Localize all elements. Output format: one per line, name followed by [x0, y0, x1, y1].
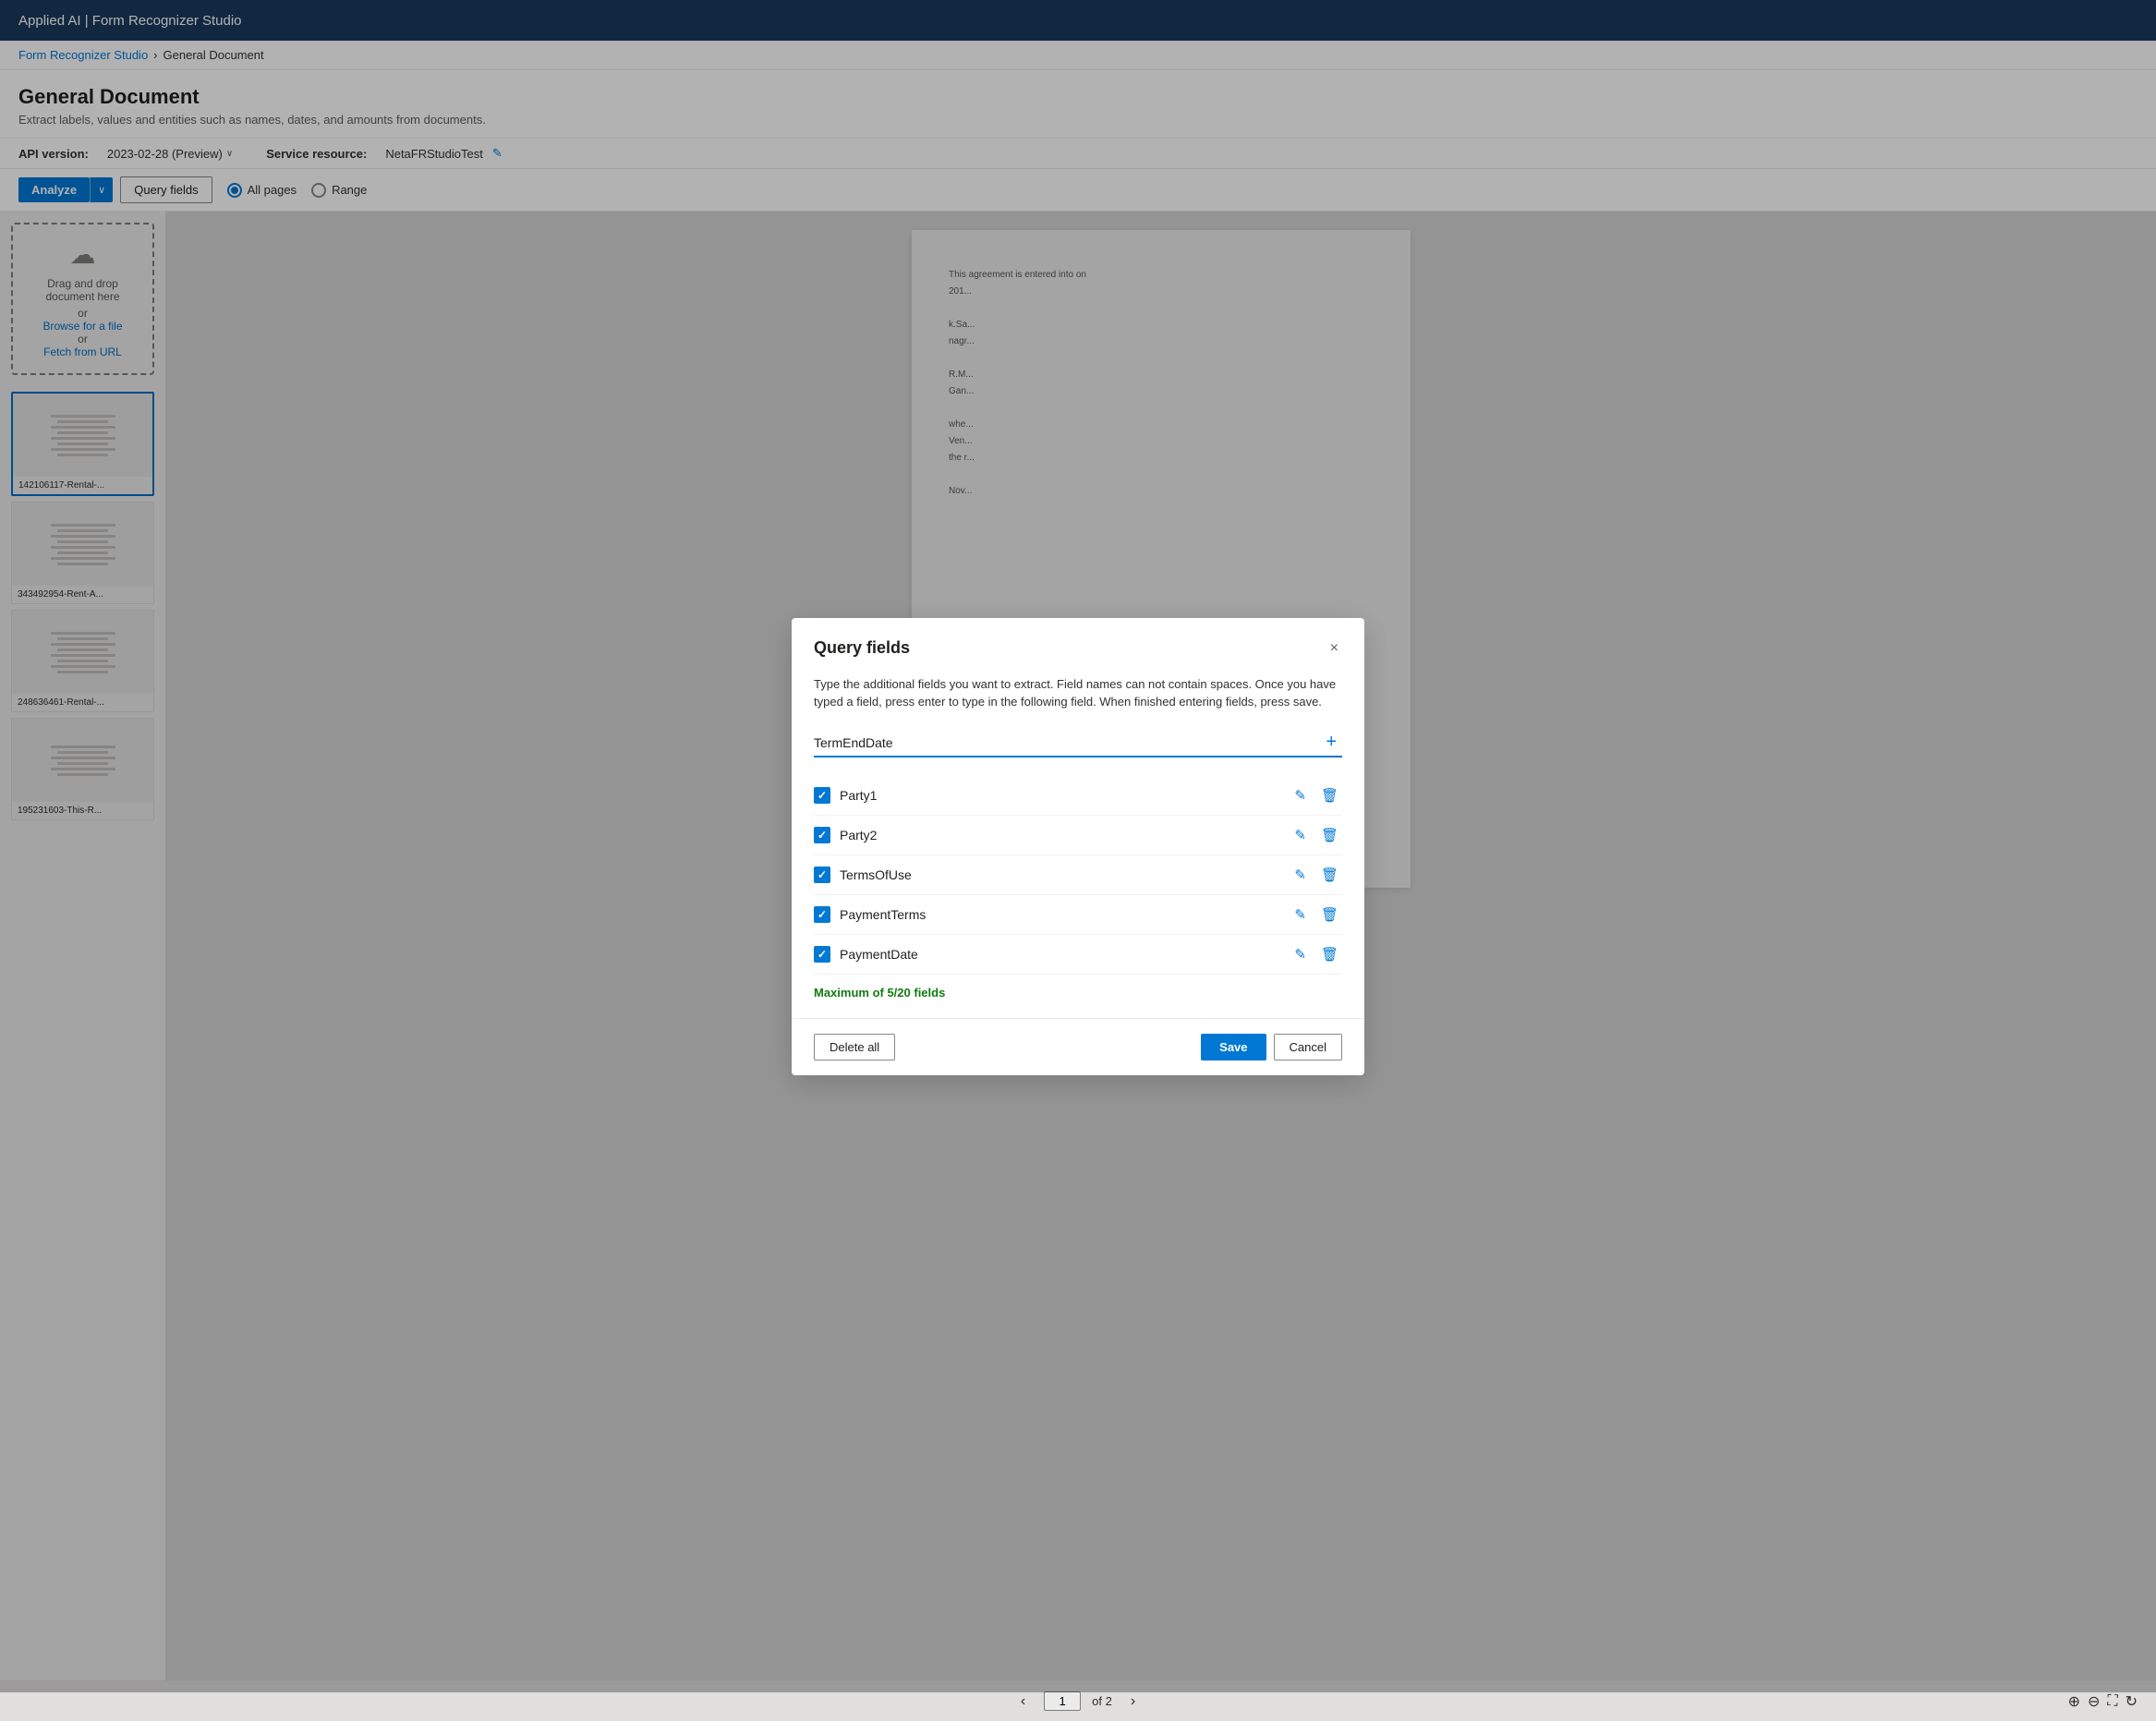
query-input-row: +	[814, 730, 1342, 757]
field-name-termsofuse: TermsOfUse	[840, 867, 1281, 882]
field-checkbox-party1[interactable]	[814, 787, 830, 804]
field-item-party2: Party2 ✎ 🗑	[814, 816, 1342, 855]
field-item-termsofuse: TermsOfUse ✎ 🗑	[814, 855, 1342, 895]
add-field-button[interactable]: +	[1320, 730, 1342, 755]
delete-termsofuse-button[interactable]: 🗑	[1317, 865, 1342, 885]
zoom-in-button[interactable]: ⊕	[2068, 1692, 2080, 1711]
delete-paymentterms-button[interactable]: 🗑	[1317, 904, 1342, 925]
max-fields-notice: Maximum of 5/20 fields	[814, 986, 1342, 1000]
edit-party1-button[interactable]: ✎	[1290, 785, 1310, 806]
edit-termsofuse-button[interactable]: ✎	[1290, 865, 1310, 885]
fit-button[interactable]: ⛶	[2107, 1693, 2117, 1710]
field-item-paymentterms: PaymentTerms ✎ 🗑	[814, 895, 1342, 935]
field-list: Party1 ✎ 🗑 Party2 ✎ 🗑 Term	[814, 776, 1342, 975]
modal-overlay: Query fields × Type the additional field…	[0, 0, 2156, 1692]
modal-body: Type the additional fields you want to e…	[792, 675, 1364, 1018]
field-item-paymentdate: PaymentDate ✎ 🗑	[814, 935, 1342, 975]
field-actions-termsofuse: ✎ 🗑	[1290, 865, 1342, 885]
edit-paymentdate-button[interactable]: ✎	[1290, 944, 1310, 964]
zoom-controls: ⊕ ⊖ ⛶ ↻	[2068, 1692, 2138, 1711]
save-button[interactable]: Save	[1201, 1034, 1266, 1060]
field-name-party1: Party1	[840, 788, 1281, 803]
cancel-button[interactable]: Cancel	[1274, 1034, 1342, 1060]
field-checkbox-party2[interactable]	[814, 827, 830, 843]
edit-paymentterms-button[interactable]: ✎	[1290, 904, 1310, 925]
delete-paymentdate-button[interactable]: 🗑	[1317, 944, 1342, 964]
modal-title: Query fields	[814, 638, 910, 658]
modal-description: Type the additional fields you want to e…	[814, 675, 1342, 711]
prev-page-button[interactable]: ‹	[1013, 1690, 1033, 1714]
delete-all-button[interactable]: Delete all	[814, 1034, 895, 1060]
field-item-party1: Party1 ✎ 🗑	[814, 776, 1342, 816]
query-field-input[interactable]	[814, 730, 1320, 756]
field-actions-paymentterms: ✎ 🗑	[1290, 904, 1342, 925]
zoom-out-button[interactable]: ⊖	[2088, 1692, 2100, 1711]
field-name-paymentdate: PaymentDate	[840, 947, 1281, 962]
field-checkbox-termsofuse[interactable]	[814, 867, 830, 883]
page-number-input[interactable]	[1044, 1691, 1081, 1711]
footer-right-actions: Save Cancel	[1201, 1034, 1342, 1060]
modal-header: Query fields ×	[792, 618, 1364, 675]
query-fields-modal: Query fields × Type the additional field…	[792, 618, 1364, 1075]
next-page-button[interactable]: ›	[1123, 1690, 1143, 1714]
field-checkbox-paymentdate[interactable]	[814, 946, 830, 963]
field-name-paymentterms: PaymentTerms	[840, 907, 1281, 922]
field-actions-paymentdate: ✎ 🗑	[1290, 944, 1342, 964]
field-name-party2: Party2	[840, 828, 1281, 842]
field-actions-party1: ✎ 🗑	[1290, 785, 1342, 806]
delete-party1-button[interactable]: 🗑	[1317, 785, 1342, 806]
modal-footer: Delete all Save Cancel	[792, 1018, 1364, 1075]
delete-party2-button[interactable]: 🗑	[1317, 825, 1342, 845]
rotate-button[interactable]: ↻	[2126, 1692, 2138, 1711]
field-actions-party2: ✎ 🗑	[1290, 825, 1342, 845]
field-checkbox-paymentterms[interactable]	[814, 906, 830, 923]
edit-party2-button[interactable]: ✎	[1290, 825, 1310, 845]
page-of-label: of 2	[1092, 1694, 1112, 1708]
modal-close-button[interactable]: ×	[1326, 636, 1342, 661]
